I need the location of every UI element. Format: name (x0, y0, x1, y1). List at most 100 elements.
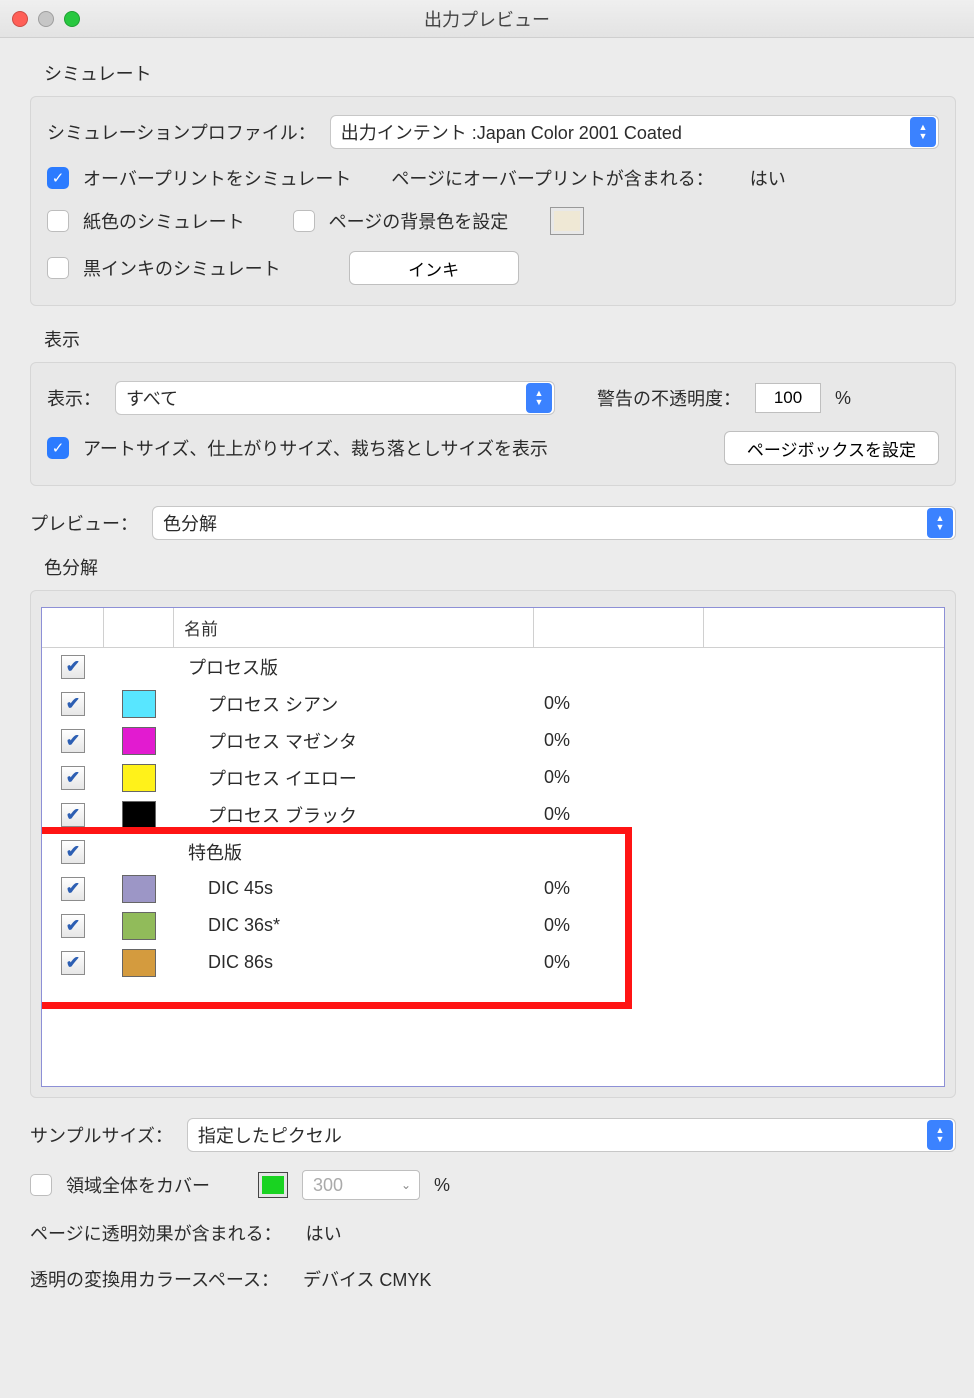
table-row[interactable]: プロセス ブラック0% (42, 796, 944, 833)
sample-size-value: 指定したピクセル (198, 1122, 342, 1148)
window-title: 出力プレビュー (0, 6, 974, 32)
ink-visibility-checkbox[interactable] (61, 951, 85, 975)
ink-percentage: 0% (534, 915, 704, 936)
black-ink-checkbox[interactable] (47, 257, 69, 279)
simulate-panel: シミュレーションプロファイル： 出力インテント :Japan Color 200… (30, 96, 956, 306)
opacity-input[interactable] (755, 383, 821, 413)
chevron-down-icon: ⌄ (397, 1178, 415, 1192)
show-label: 表示： (47, 385, 101, 411)
dropdown-icon (526, 383, 552, 413)
window-controls (12, 11, 80, 27)
ink-name: プロセス シアン (174, 691, 534, 717)
bg-color-swatch[interactable] (550, 207, 584, 235)
titlebar: 出力プレビュー (0, 0, 974, 38)
color-swatch (122, 764, 156, 792)
ink-visibility-checkbox[interactable] (61, 729, 85, 753)
simulation-profile-label: シミュレーションプロファイル： (47, 119, 316, 145)
colorspace-value: デバイス CMYK (303, 1266, 431, 1292)
preview-label: プレビュー： (30, 510, 138, 536)
overprint-contains-label: ページにオーバープリントが含まれる： (391, 165, 713, 191)
simulate-heading: シミュレート (44, 60, 956, 86)
ink-name: DIC 36s* (174, 915, 534, 936)
separations-panel: 名前 プロセス版プロセス シアン0%プロセス マゼンタ0%プロセス イエロー0%… (30, 590, 956, 1098)
table-row[interactable]: DIC 36s*0% (42, 907, 944, 944)
overprint-checkbox[interactable] (47, 167, 69, 189)
paper-color-label: 紙色のシミュレート (83, 208, 245, 234)
artsize-label: アートサイズ、仕上がりサイズ、裁ち落としサイズを表示 (83, 435, 548, 461)
ink-visibility-checkbox[interactable] (61, 766, 85, 790)
table-row[interactable]: プロセス シアン0% (42, 685, 944, 722)
ink-name: DIC 86s (174, 952, 534, 973)
overprint-label: オーバープリントをシミュレート (83, 165, 351, 191)
color-swatch (122, 875, 156, 903)
opacity-unit: % (835, 388, 851, 409)
ink-percentage: 0% (534, 693, 704, 714)
preview-value: 色分解 (163, 510, 217, 536)
cover-value-combo[interactable]: 300 ⌄ (302, 1170, 420, 1200)
table-header: 名前 (42, 608, 944, 648)
cover-checkbox[interactable] (30, 1174, 52, 1196)
cover-label: 領域全体をカバー (66, 1172, 210, 1198)
dropdown-icon (910, 117, 936, 147)
table-row[interactable]: DIC 86s0% (42, 944, 944, 981)
minimize-icon[interactable] (38, 11, 54, 27)
overprint-contains-value: はい (750, 165, 786, 191)
ink-name: DIC 45s (174, 878, 534, 899)
ink-visibility-checkbox[interactable] (61, 655, 85, 679)
table-row[interactable]: プロセス マゼンタ0% (42, 722, 944, 759)
ink-visibility-checkbox[interactable] (61, 803, 85, 827)
show-select[interactable]: すべて (115, 381, 555, 415)
table-row[interactable]: DIC 45s0% (42, 870, 944, 907)
simulation-profile-value: 出力インテント :Japan Color 2001 Coated (341, 119, 682, 145)
ink-percentage: 0% (534, 767, 704, 788)
cover-unit: % (434, 1175, 450, 1196)
opacity-label: 警告の不透明度： (597, 385, 741, 411)
dropdown-icon (927, 508, 953, 538)
color-swatch (122, 690, 156, 718)
sample-size-label: サンプルサイズ： (30, 1122, 173, 1148)
table-row[interactable]: プロセス版 (42, 648, 944, 685)
ink-name: プロセス版 (174, 654, 534, 680)
ink-percentage: 0% (534, 804, 704, 825)
transparency-value: はい (306, 1220, 342, 1246)
ink-visibility-checkbox[interactable] (61, 914, 85, 938)
ink-name: プロセス マゼンタ (174, 728, 534, 754)
show-value: すべて (126, 385, 178, 411)
color-swatch (122, 801, 156, 829)
ink-percentage: 0% (534, 730, 704, 751)
display-panel: 表示： すべて 警告の不透明度： % アートサイズ、仕上がりサイズ、裁ち落としサ… (30, 362, 956, 486)
cover-swatch[interactable] (258, 1172, 288, 1198)
transparency-label: ページに透明効果が含まれる： (30, 1220, 282, 1246)
ink-name: プロセス ブラック (174, 802, 534, 828)
ink-button[interactable]: インキ (349, 251, 519, 285)
ink-name: プロセス イエロー (174, 765, 534, 791)
separations-heading: 色分解 (44, 554, 956, 580)
cover-value: 300 (313, 1175, 343, 1196)
pagebox-button[interactable]: ページボックスを設定 (724, 431, 939, 465)
color-swatch (122, 949, 156, 977)
column-name: 名前 (174, 608, 534, 647)
ink-name: 特色版 (174, 839, 534, 865)
colorspace-label: 透明の変換用カラースペース： (30, 1266, 279, 1292)
ink-visibility-checkbox[interactable] (61, 840, 85, 864)
color-swatch (122, 912, 156, 940)
paper-color-checkbox[interactable] (47, 210, 69, 232)
dropdown-icon (927, 1120, 953, 1150)
bg-color-label: ページの背景色を設定 (329, 208, 509, 234)
preview-select[interactable]: 色分解 (152, 506, 956, 540)
simulation-profile-select[interactable]: 出力インテント :Japan Color 2001 Coated (330, 115, 939, 149)
maximize-icon[interactable] (64, 11, 80, 27)
separations-table: 名前 プロセス版プロセス シアン0%プロセス マゼンタ0%プロセス イエロー0%… (41, 607, 945, 1087)
color-swatch (122, 727, 156, 755)
ink-visibility-checkbox[interactable] (61, 692, 85, 716)
ink-percentage: 0% (534, 878, 704, 899)
table-row[interactable]: プロセス イエロー0% (42, 759, 944, 796)
black-ink-label: 黒インキのシミュレート (83, 255, 281, 281)
ink-percentage: 0% (534, 952, 704, 973)
close-icon[interactable] (12, 11, 28, 27)
ink-visibility-checkbox[interactable] (61, 877, 85, 901)
sample-size-select[interactable]: 指定したピクセル (187, 1118, 956, 1152)
artsize-checkbox[interactable] (47, 437, 69, 459)
table-row[interactable]: 特色版 (42, 833, 944, 870)
bg-color-checkbox[interactable] (293, 210, 315, 232)
